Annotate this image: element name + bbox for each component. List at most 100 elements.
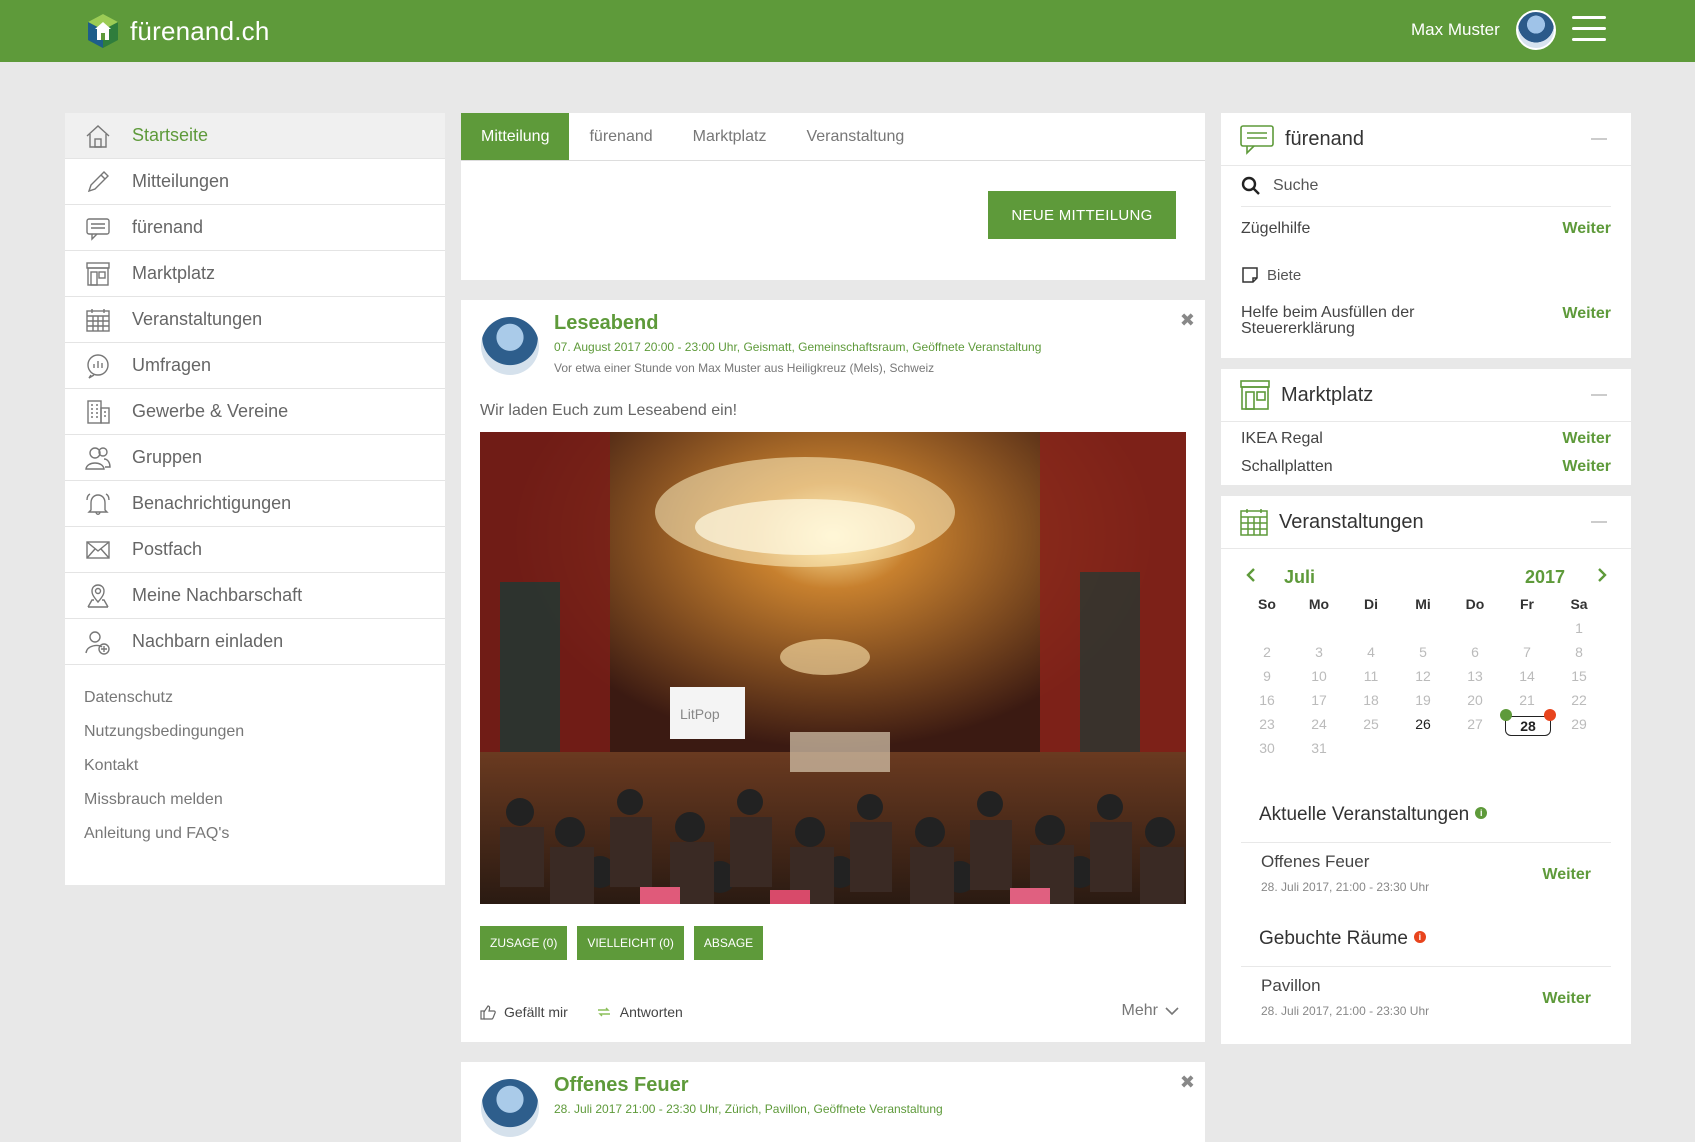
calendar-day[interactable]: 29: [1553, 716, 1605, 732]
calendar-day[interactable]: 2: [1241, 644, 1293, 660]
info-icon[interactable]: i: [1475, 807, 1488, 819]
collapse-button[interactable]: [1591, 138, 1607, 140]
link-datenschutz[interactable]: Datenschutz: [84, 689, 445, 723]
accept-button[interactable]: ZUSAGE (0): [480, 926, 568, 960]
sidebar: Startseite Mitteilungen fürenand Marktpl…: [65, 113, 445, 885]
link-nutzungsbedingungen[interactable]: Nutzungsbedingungen: [84, 723, 445, 757]
sidebar-item-label: Umfragen: [132, 355, 212, 375]
widget-header: Veranstaltungen: [1221, 496, 1631, 549]
sidebar-item-marktplatz[interactable]: Marktplatz: [65, 251, 445, 297]
info-icon[interactable]: i: [1413, 931, 1426, 943]
calendar-day[interactable]: 23: [1241, 716, 1293, 732]
sidebar-item-postfach[interactable]: Postfach: [65, 527, 445, 573]
calendar-day[interactable]: 28: [1500, 709, 1556, 736]
weiter-link[interactable]: Weiter: [1542, 866, 1591, 884]
booked-rooms-title: Gebuchte Räume i: [1259, 928, 1426, 950]
post-author-avatar[interactable]: [481, 1079, 539, 1137]
close-icon[interactable]: ✖: [1180, 310, 1195, 331]
calendar-day[interactable]: 27: [1449, 716, 1501, 732]
calendar-day[interactable]: 4: [1345, 644, 1397, 660]
calendar-day[interactable]: 7: [1501, 644, 1553, 660]
sidebar-item-veranstaltungen[interactable]: Veranstaltungen: [65, 297, 445, 343]
calendar-day[interactable]: 8: [1553, 644, 1605, 660]
calendar-day[interactable]: 24: [1293, 716, 1345, 732]
calendar-day[interactable]: 1: [1553, 620, 1605, 636]
maybe-button[interactable]: VIELLEICHT (0): [577, 926, 684, 960]
calendar-day[interactable]: 21: [1501, 692, 1553, 708]
new-post-button[interactable]: NEUE MITTEILUNG: [988, 191, 1176, 239]
site-logo[interactable]: fürenand.ch: [84, 12, 270, 50]
calendar-weekday: Do: [1465, 596, 1485, 612]
calendar-day[interactable]: 17: [1293, 692, 1345, 708]
calendar-day[interactable]: 25: [1345, 716, 1397, 732]
post-title[interactable]: Offenes Feuer: [554, 1074, 688, 1097]
calendar-day[interactable]: 20: [1449, 692, 1501, 708]
link-anleitung-faq[interactable]: Anleitung und FAQ's: [84, 825, 445, 859]
tab-marktplatz[interactable]: Marktplatz: [673, 113, 787, 160]
collapse-button[interactable]: [1591, 521, 1607, 523]
link-missbrauch-melden[interactable]: Missbrauch melden: [84, 791, 445, 825]
hamburger-menu-button[interactable]: [1572, 16, 1606, 44]
store-icon: [1240, 380, 1270, 410]
search-icon: [1241, 176, 1260, 195]
reply-label: Antworten: [619, 1004, 683, 1020]
weiter-link[interactable]: Weiter: [1562, 450, 1611, 484]
link-kontakt[interactable]: Kontakt: [84, 757, 445, 791]
sidebar-item-fuerenand[interactable]: fürenand: [65, 205, 445, 251]
sidebar-item-startseite[interactable]: Startseite: [65, 113, 445, 159]
calendar-day[interactable]: 10: [1293, 668, 1345, 684]
user-avatar[interactable]: [1516, 10, 1556, 50]
calendar-day[interactable]: 31: [1293, 740, 1345, 756]
more-button[interactable]: Mehr: [1122, 1002, 1180, 1020]
calendar-day[interactable]: 22: [1553, 692, 1605, 708]
calendar-day[interactable]: 13: [1449, 668, 1501, 684]
post-type-tabs: Mitteilung fürenand Marktplatz Veranstal…: [461, 113, 1205, 161]
post-title[interactable]: Leseabend: [554, 312, 658, 335]
calendar-day[interactable]: 6: [1449, 644, 1501, 660]
user-name[interactable]: Max Muster: [1411, 20, 1500, 40]
calendar-day[interactable]: 12: [1397, 668, 1449, 684]
room-item[interactable]: Pavillon 28. Juli 2017, 21:00 - 23:30 Uh…: [1261, 976, 1611, 1026]
calendar-day[interactable]: 15: [1553, 668, 1605, 684]
sidebar-item-label: Marktplatz: [132, 263, 216, 283]
fuerenand-item[interactable]: Zügelhilfe Weiter: [1221, 207, 1631, 257]
calendar-day[interactable]: 16: [1241, 692, 1293, 708]
like-label: Gefällt mir: [504, 1004, 568, 1020]
tab-mitteilung[interactable]: Mitteilung: [461, 113, 570, 160]
sidebar-item-benachrichtigungen[interactable]: Benachrichtigungen: [65, 481, 445, 527]
weiter-link[interactable]: Weiter: [1562, 207, 1611, 251]
tab-fuerenand[interactable]: fürenand: [569, 113, 672, 160]
chevron-right-icon[interactable]: [1596, 567, 1608, 583]
weiter-link[interactable]: Weiter: [1562, 305, 1611, 323]
calendar-day[interactable]: 11: [1345, 668, 1397, 684]
sidebar-item-nachbarschaft[interactable]: Meine Nachbarschaft: [65, 573, 445, 619]
tab-veranstaltung[interactable]: Veranstaltung: [786, 113, 924, 160]
close-icon[interactable]: ✖: [1180, 1072, 1195, 1093]
collapse-button[interactable]: [1591, 394, 1607, 396]
calendar-day[interactable]: 9: [1241, 668, 1293, 684]
chevron-left-icon[interactable]: [1245, 567, 1257, 583]
sidebar-item-mitteilungen[interactable]: Mitteilungen: [65, 159, 445, 205]
event-item[interactable]: Offenes Feuer 28. Juli 2017, 21:00 - 23:…: [1261, 852, 1611, 902]
like-button[interactable]: Gefällt mir: [480, 1004, 568, 1020]
calendar-day[interactable]: 19: [1397, 692, 1449, 708]
sidebar-item-gruppen[interactable]: Gruppen: [65, 435, 445, 481]
calendar-day[interactable]: 3: [1293, 644, 1345, 660]
market-item[interactable]: Schallplatten Weiter: [1221, 450, 1631, 478]
sidebar-item-nachbarn-einladen[interactable]: Nachbarn einladen: [65, 619, 445, 665]
weiter-link[interactable]: Weiter: [1542, 990, 1591, 1008]
sidebar-item-umfragen[interactable]: Umfragen: [65, 343, 445, 389]
section-title-text: Gebuchte Räume: [1259, 928, 1408, 949]
search-row[interactable]: Suche: [1241, 166, 1611, 207]
calendar-day[interactable]: 18: [1345, 692, 1397, 708]
calendar-day[interactable]: 26: [1397, 716, 1449, 732]
sidebar-item-gewerbe-vereine[interactable]: Gewerbe & Vereine: [65, 389, 445, 435]
fuerenand-item[interactable]: Helfe beim Ausfüllen der Steuererklärung…: [1221, 293, 1631, 343]
calendar-day[interactable]: 14: [1501, 668, 1553, 684]
reply-button[interactable]: Antworten: [596, 1004, 683, 1020]
post-author-avatar[interactable]: [481, 317, 539, 375]
calendar-day[interactable]: 5: [1397, 644, 1449, 660]
calendar-day[interactable]: 30: [1241, 740, 1293, 756]
decline-button[interactable]: ABSAGE: [693, 926, 764, 960]
market-item[interactable]: IKEA Regal Weiter: [1221, 422, 1631, 450]
